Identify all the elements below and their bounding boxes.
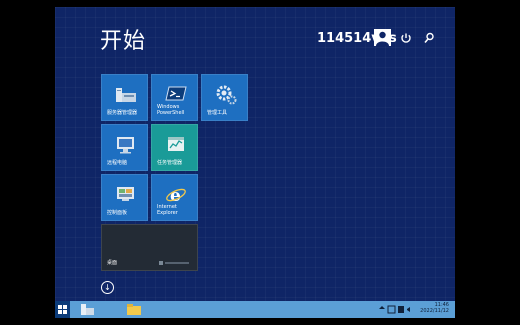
taskbar: 11:46 2022/11/12 (55, 301, 455, 318)
taskbar-clock[interactable]: 11:46 2022/11/12 (420, 302, 449, 314)
search-icon[interactable] (422, 31, 436, 45)
tile-label: 服务器管理器 (107, 109, 138, 116)
svg-text:e: e (170, 186, 181, 206)
folder-icon (127, 304, 141, 315)
task-manager-icon (168, 137, 184, 151)
start-screen: 开始 114514vps 服务器管理器 Windows PowerShell 管… (55, 7, 455, 318)
system-tray-icons[interactable] (377, 301, 417, 318)
user-avatar-icon[interactable] (374, 29, 391, 46)
admin-tools-icon (216, 85, 237, 105)
server-manager-icon (116, 88, 136, 102)
remote-desktop-icon (117, 137, 134, 154)
control-panel-icon (117, 187, 134, 201)
internet-explorer-icon: e (166, 186, 186, 206)
power-icon[interactable] (399, 31, 413, 45)
tile-label: Windows PowerShell (157, 104, 185, 116)
taskbar-server-manager[interactable] (78, 301, 96, 318)
tile-task-manager[interactable]: 任务管理器 (151, 124, 198, 171)
tile-control-panel[interactable]: 控制面板 (101, 174, 148, 221)
tile-label: 桌面 (107, 259, 118, 266)
tile-label: 管理工具 (207, 109, 228, 116)
tile-server-manager[interactable]: 服务器管理器 (101, 74, 148, 121)
server-manager-icon (81, 304, 94, 315)
tile-admin-tools[interactable]: 管理工具 (201, 74, 248, 121)
tile-desktop[interactable]: 桌面 (101, 224, 198, 271)
tile-remote-desktop[interactable]: 远程电脑 (101, 124, 148, 171)
tile-label: 控制面板 (107, 209, 128, 216)
windows-start-icon (58, 305, 67, 314)
powershell-icon (165, 86, 187, 101)
tile-label: 任务管理器 (157, 159, 183, 166)
tile-internet-explorer[interactable]: e Internet Explorer (151, 174, 198, 221)
taskbar-file-explorer[interactable] (125, 301, 143, 318)
all-apps-arrow-icon[interactable]: ↓ (101, 281, 114, 294)
tile-label: 远程电脑 (107, 159, 128, 166)
start-button[interactable] (55, 301, 70, 318)
tile-label: Internet Explorer (157, 204, 178, 216)
start-title: 开始 (100, 29, 147, 54)
tile-powershell[interactable]: Windows PowerShell (151, 74, 198, 121)
clock-date: 2022/11/12 (420, 308, 449, 314)
